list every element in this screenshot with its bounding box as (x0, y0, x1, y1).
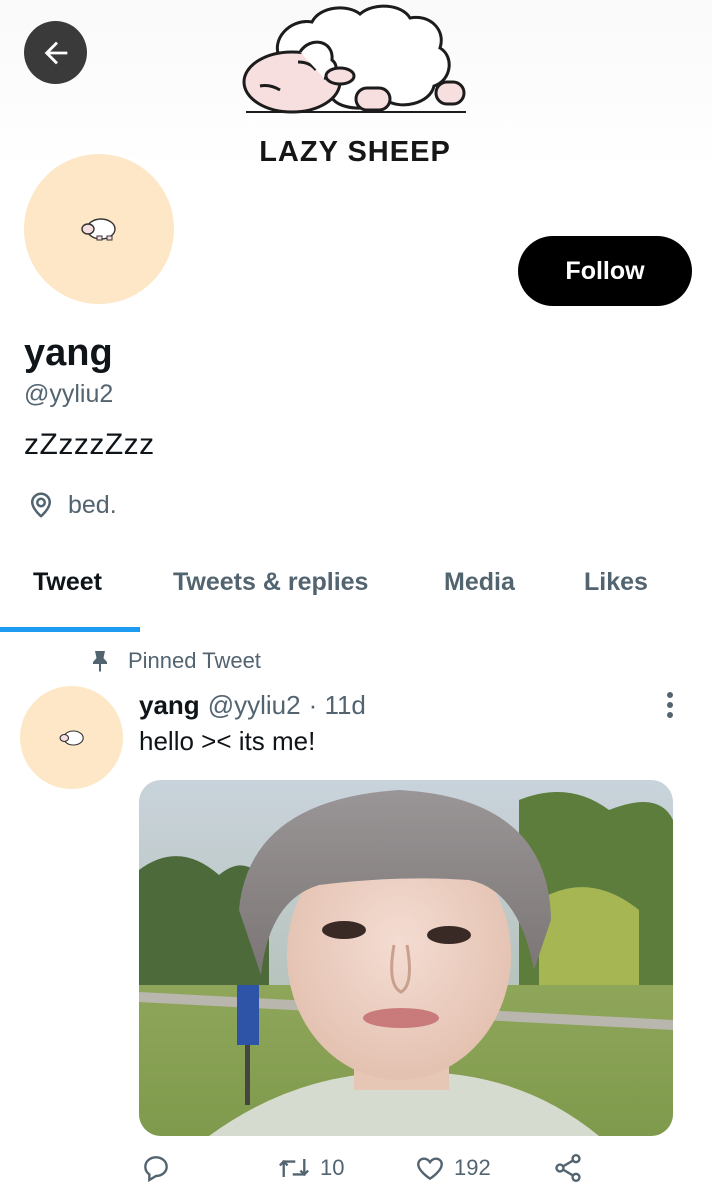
retweet-icon (279, 1159, 309, 1177)
sheep-avatar-icon (81, 218, 116, 241)
heart-icon (417, 1157, 443, 1181)
tab-likes[interactable]: Likes (584, 568, 648, 597)
profile-avatar[interactable] (20, 150, 178, 308)
banner-title: LAZY SHEEP (259, 136, 451, 168)
arrow-left-icon (44, 41, 67, 64)
like-count: 192 (454, 1155, 491, 1180)
location-pin-icon (31, 492, 51, 518)
follow-button[interactable]: Follow (518, 236, 692, 306)
more-options-icon[interactable] (660, 690, 680, 720)
reply-button[interactable] (140, 1152, 172, 1184)
profile-tabs: Tweet Tweets & replies Media Likes (0, 548, 712, 632)
profile-handle: @yyliu2 (24, 380, 114, 408)
active-tab-indicator (0, 627, 140, 632)
profile-bio: zZzzzZzz (24, 428, 155, 461)
retweet-button[interactable]: 10 (276, 1152, 344, 1184)
share-button[interactable] (552, 1152, 584, 1184)
tweet-author-name[interactable]: yang (139, 690, 200, 721)
retweet-count: 10 (320, 1155, 345, 1180)
like-button[interactable]: 192 (414, 1152, 491, 1184)
pinned-text: Pinned Tweet (128, 648, 261, 673)
tweet-time: · 11d (308, 690, 366, 720)
reply-icon (144, 1156, 168, 1183)
back-button[interactable] (24, 21, 87, 84)
profile-location: bed. (26, 490, 117, 520)
tab-tweets[interactable]: Tweet (33, 568, 102, 597)
pinned-label: Pinned Tweet (88, 648, 261, 674)
sheep-avatar-icon (59, 729, 84, 746)
location-text: bed. (68, 490, 117, 519)
tweet-text: hello >< its me! (139, 726, 316, 756)
profile-name: yang (24, 332, 113, 374)
tab-tweets-replies[interactable]: Tweets & replies (173, 568, 368, 597)
tweet-photo[interactable] (139, 780, 673, 1136)
tweet-avatar[interactable] (20, 686, 123, 789)
share-icon (555, 1154, 581, 1182)
pin-icon (93, 651, 107, 672)
tweet-author-handle[interactable]: @yyliu2 (208, 690, 301, 721)
sheep-logo-icon (242, 4, 466, 114)
tweet-header: yang @yyliu2 · 11d (139, 690, 366, 721)
tweet-actions: 10 192 (0, 1148, 712, 1190)
tab-media[interactable]: Media (444, 568, 515, 597)
